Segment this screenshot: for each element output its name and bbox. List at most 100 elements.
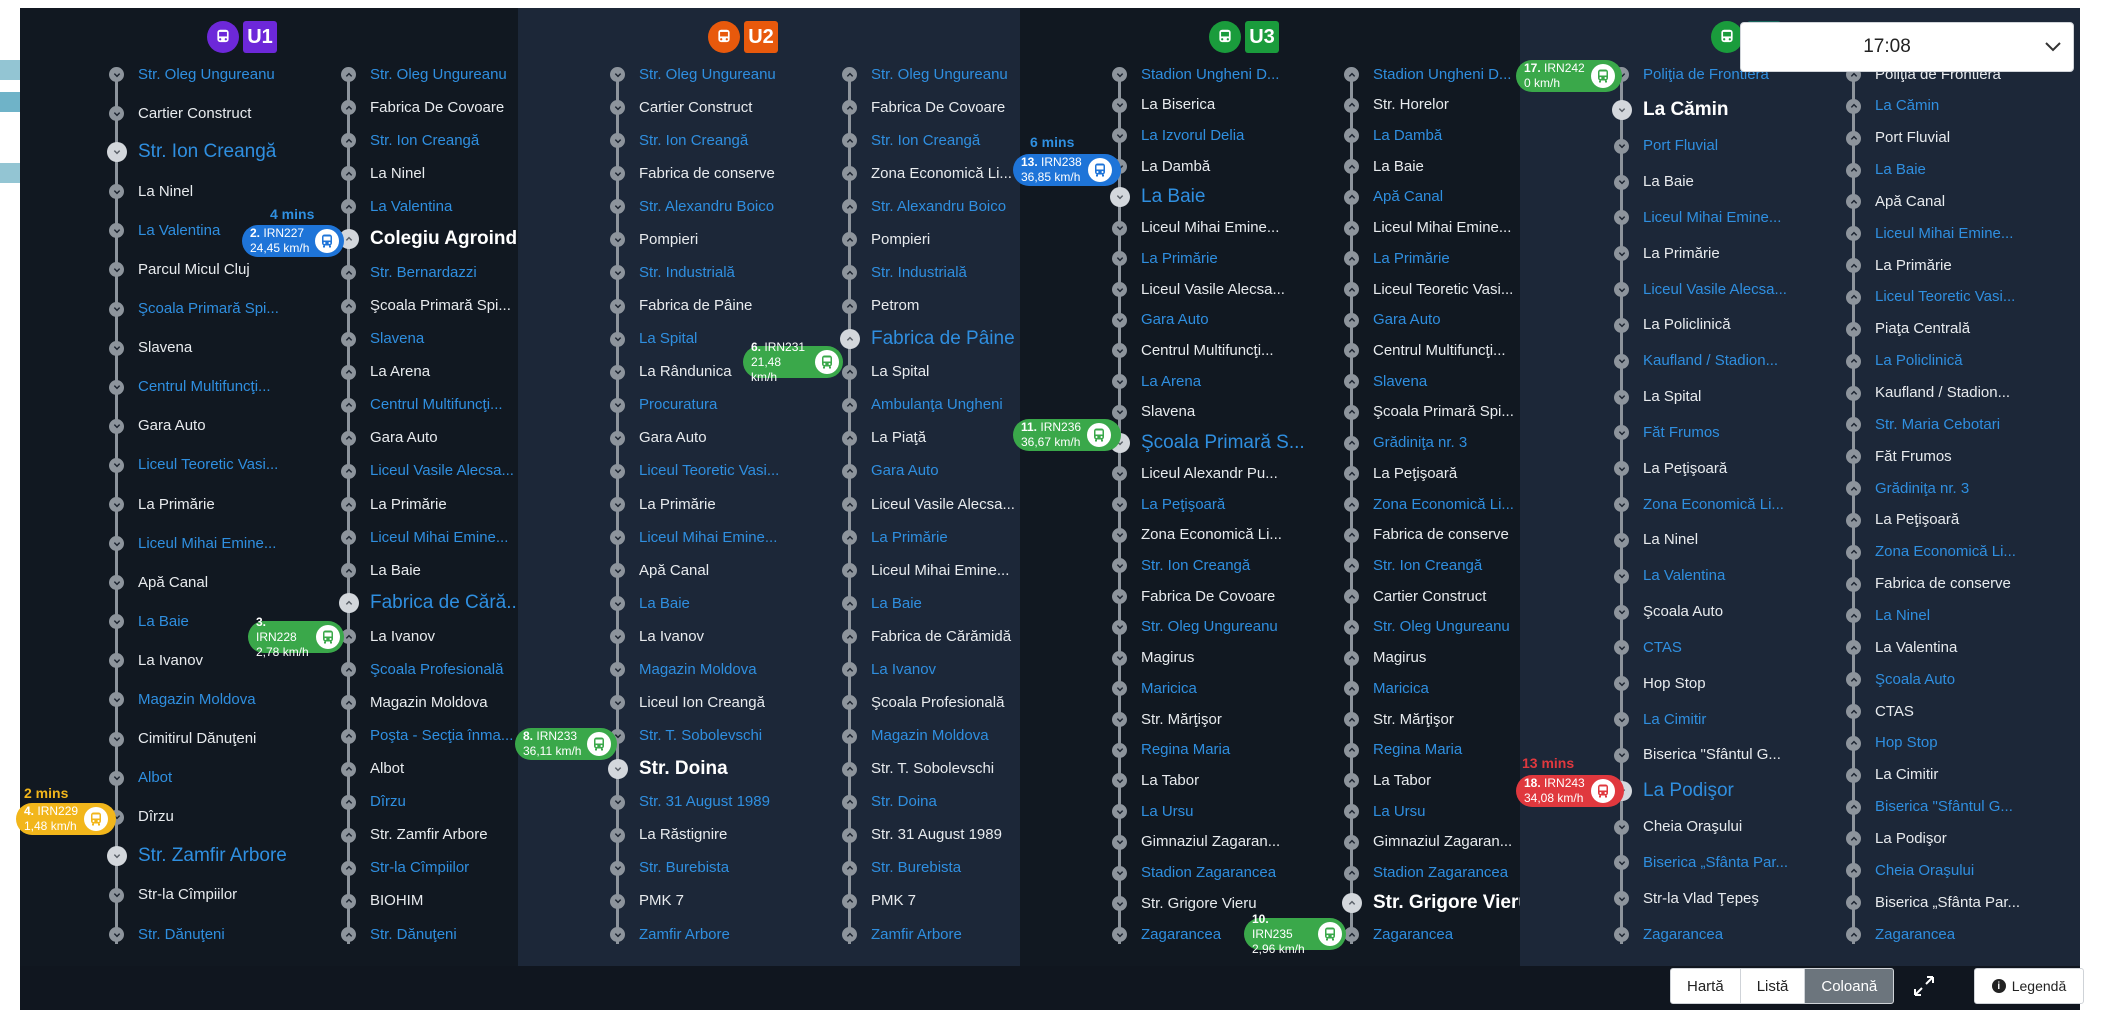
stop-item[interactable]: Biserica "Sfântul G... [1875,792,2013,822]
stop-item[interactable]: Regina Maria [1141,735,1230,765]
stop-item[interactable]: Fabrica De Covoare [370,92,504,122]
stop-item[interactable]: Dîrzu [370,787,406,817]
stop-item[interactable]: Liceul Vasile Alecsa... [1643,274,1787,304]
stop-item[interactable]: La Biserica [1141,90,1215,120]
stop-item[interactable]: Magazin Moldova [871,721,989,751]
stop-item[interactable]: Maricica [1141,673,1197,703]
stop-item[interactable]: La Spital [871,357,929,387]
stop-item[interactable]: Regina Maria [1373,735,1462,765]
stop-item[interactable]: Fabrica de conserve [639,158,775,188]
stop-item[interactable]: Str. Grigore Vieru [1373,888,1530,918]
stop-item[interactable]: Făt Frumos [1875,441,1952,471]
stop-item[interactable]: Fabrica De Covoare [871,92,1005,122]
stop-item[interactable]: Gara Auto [370,423,438,453]
route-badge-u2[interactable]: U2 [744,21,778,53]
stop-item[interactable]: Str. Zamfir Arbore [370,820,488,850]
stop-item[interactable]: Str-la Cîmpiilor [370,853,469,883]
stop-item[interactable]: Magirus [1373,643,1426,673]
stop-item[interactable]: Zona Economică Li... [1373,489,1514,519]
stop-item[interactable]: Str. Ion Creangă [1373,550,1482,580]
stop-item[interactable]: Liceul Mihai Emine... [138,528,276,558]
stop-item[interactable]: Liceul Mihai Emine... [1141,213,1279,243]
stop-item[interactable]: Gara Auto [1373,305,1441,335]
stop-item[interactable]: Slavena [1373,366,1427,396]
stop-item[interactable]: La Peţişoară [1875,505,1959,535]
stop-item[interactable]: Şcoala Profesională [370,654,503,684]
stop-item[interactable]: La Primărie [1643,238,1720,268]
stop-item[interactable]: La Baie [370,555,421,585]
stop-item[interactable]: Str-la Cîmpiilor [138,880,237,910]
stop-item[interactable]: La Primărie [1875,250,1952,280]
stop-item[interactable]: Gimnaziul Zagaran... [1141,827,1280,857]
stop-item[interactable]: Liceul Teoretic Vasi... [1875,282,2015,312]
stop-item[interactable]: Kaufland / Stadion... [1643,346,1778,376]
stop-item[interactable]: La Baie [1373,151,1424,181]
stop-item[interactable]: La Valentina [1875,632,1957,662]
stop-item[interactable]: Centrul Multifuncţi... [138,372,271,402]
stop-item[interactable]: Liceul Alexandr Pu... [1141,458,1278,488]
stop-item[interactable]: Şcoala Primară Spi... [370,291,511,321]
stop-item[interactable]: Port Fluvial [1875,123,1950,153]
stop-item[interactable]: Str. Alexandru Boico [871,191,1006,221]
stop-item[interactable]: La Valentina [370,191,452,221]
stop-item[interactable]: Str. 31 August 1989 [639,787,770,817]
stop-item[interactable]: Şcoala Auto [1875,664,1955,694]
stop-item[interactable]: La Ivanov [370,621,435,651]
tab-list[interactable]: Listă [1741,969,1806,1003]
stop-item[interactable]: La Valentina [138,215,220,245]
stop-item[interactable]: Făt Frumos [1643,417,1720,447]
stop-item[interactable]: Zona Economică Li... [1643,489,1784,519]
stop-item[interactable]: Str. Dănuţeni [370,919,457,949]
stop-item[interactable]: La Cimitir [1875,760,1938,790]
stop-item[interactable]: Liceul Teoretic Vasi... [138,450,278,480]
stop-item[interactable]: Liceul Vasile Alecsa... [1141,274,1285,304]
stop-item[interactable]: Magirus [1141,643,1194,673]
stop-item[interactable]: PMK 7 [639,886,684,916]
stop-item[interactable]: Cartier Construct [639,92,752,122]
stop-item[interactable]: Pompieri [871,224,930,254]
stop-item[interactable]: La Baie [1875,155,1926,185]
stop-item[interactable]: Str. 31 August 1989 [871,820,1002,850]
stop-item[interactable]: Centrul Multifuncţi... [1141,335,1274,365]
stop-item[interactable]: La Cămin [1875,91,1939,121]
stop-item[interactable]: La Ninel [1875,600,1930,630]
stop-item[interactable]: Gara Auto [639,423,707,453]
stop-item[interactable]: CTAS [1643,632,1682,662]
stop-item[interactable]: Stadion Ungheni D... [1141,59,1279,89]
vehicle-marker[interactable]: 2. IRN227 24,45 km/h [242,225,344,257]
stop-item[interactable]: Cheia Oraşului [1875,855,1974,885]
stop-item[interactable]: Str. Burebista [871,853,961,883]
stop-item[interactable]: Port Fluvial [1643,131,1718,161]
stop-item[interactable]: La Ursu [1141,796,1194,826]
stop-item[interactable]: Str. Oleg Ungureanu [639,59,776,89]
stop-item[interactable]: Zagarancea [1875,919,1955,949]
stop-item[interactable]: Zona Economică Li... [1141,520,1282,550]
stop-item[interactable]: Gara Auto [138,411,206,441]
stop-item[interactable]: Str. Oleg Ungureanu [370,59,507,89]
stop-item[interactable]: La Valentina [1643,561,1725,591]
route-badge-u1[interactable]: U1 [243,21,277,53]
stop-item[interactable]: Stadion Zagarancea [1373,858,1508,888]
stop-item[interactable]: Str. Oleg Ungureanu [138,59,275,89]
stop-item[interactable]: Procuratura [639,390,717,420]
stop-item[interactable]: Fabrica de Pâine [871,324,1015,354]
stop-item[interactable]: La Ninel [1643,525,1698,555]
stop-item[interactable]: Str. Horelor [1373,90,1449,120]
stop-item[interactable]: Apă Canal [1875,186,1945,216]
stop-item[interactable]: La Baie [1141,182,1205,212]
stop-item[interactable]: La Arena [1141,366,1201,396]
stop-item[interactable]: La Ivanov [138,645,203,675]
time-select[interactable]: 17:08 [1740,22,2074,72]
stop-item[interactable]: Cartier Construct [1373,581,1486,611]
stop-item[interactable]: Stadion Ungheni D... [1373,59,1511,89]
stop-item[interactable]: Fabrica de Pâine [639,291,752,321]
stop-item[interactable]: La Primărie [639,489,716,519]
stop-item[interactable]: Biserica „Sfânta Par... [1875,887,2020,917]
stop-item[interactable]: Str. Mărţişor [1373,704,1454,734]
stop-item[interactable]: Cartier Construct [138,98,251,128]
stop-item[interactable]: La Cămin [1643,95,1729,125]
stop-item[interactable]: La Baie [1643,167,1694,197]
stop-item[interactable]: Gara Auto [871,456,939,486]
stop-item[interactable]: CTAS [1875,696,1914,726]
stop-item[interactable]: Fabrica de conserve [1875,569,2011,599]
